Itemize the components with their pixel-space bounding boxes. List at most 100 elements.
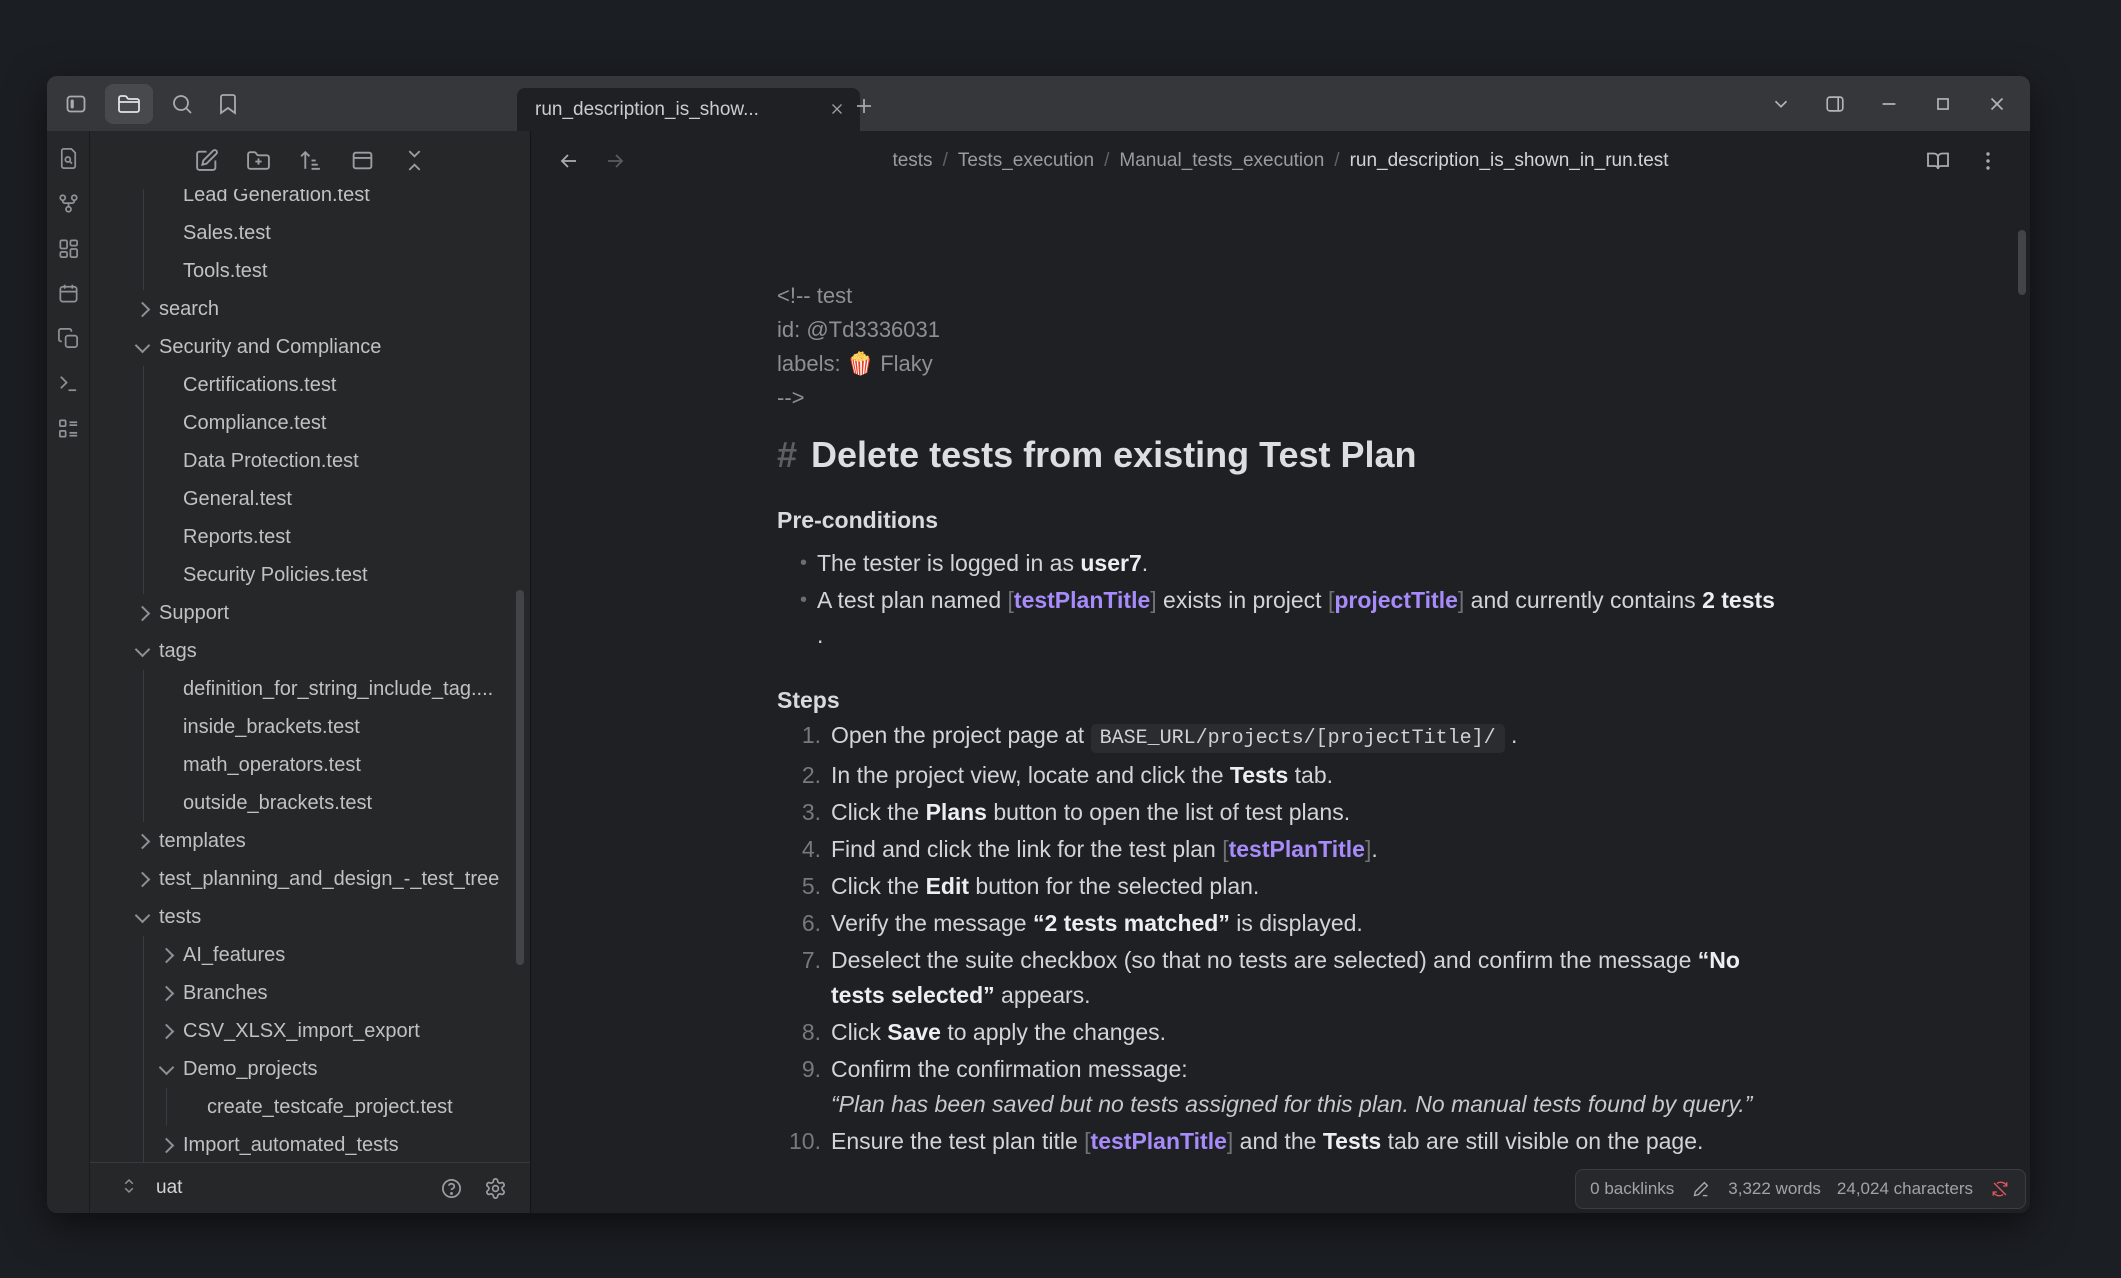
tree-file[interactable]: General.test (90, 480, 530, 518)
tree-file[interactable]: definition_for_string_include_tag.... (90, 670, 530, 708)
breadcrumb-item[interactable]: Tests_execution (958, 150, 1094, 171)
inline-link[interactable]: testPlanTitle (1091, 1128, 1227, 1154)
step-item: 2.In the project view, locate and click … (777, 758, 1867, 793)
panel-layout-button[interactable] (347, 145, 377, 175)
tree-file[interactable]: Compliance.test (90, 404, 530, 442)
minimize-button[interactable] (1876, 91, 1902, 117)
files-tab-button[interactable] (105, 84, 153, 124)
tree-item-label: outside_brackets.test (90, 792, 386, 815)
vault-switcher-icon[interactable] (120, 1177, 142, 1200)
indent-guide (143, 214, 144, 252)
inline-link[interactable]: testPlanTitle (1014, 587, 1150, 613)
sort-order-button[interactable] (295, 145, 325, 175)
bookmarks-tab-button[interactable] (211, 84, 245, 124)
tab-close-button[interactable] (828, 100, 848, 120)
layout-dashboard-icon (57, 237, 80, 260)
indent-guide (143, 189, 144, 214)
maximize-button[interactable] (1930, 91, 1956, 117)
tree-folder[interactable]: CSV_XLSX_import_export (90, 1012, 530, 1050)
toggle-right-sidebar-button[interactable] (1822, 91, 1848, 117)
tree-file[interactable]: outside_brackets.test (90, 784, 530, 822)
vault-footer[interactable]: uat (90, 1162, 530, 1213)
step-number: 5. (777, 869, 831, 904)
calendar-button[interactable] (53, 280, 83, 306)
search-tab-button[interactable] (165, 84, 199, 124)
active-tab[interactable]: run_description_is_show... (517, 88, 860, 131)
tree-folder[interactable]: Branches (90, 974, 530, 1012)
graph-view-button[interactable] (53, 190, 83, 216)
tree-file[interactable]: math_operators.test (90, 746, 530, 784)
backlinks-count[interactable]: 0 backlinks (1590, 1179, 1674, 1199)
tab-list-button[interactable] (1768, 91, 1794, 117)
tree-file[interactable]: Data Protection.test (90, 442, 530, 480)
indent-guide (143, 974, 144, 1012)
tree-item-label: Demo_projects (90, 1058, 332, 1081)
note-content[interactable]: <!-- testid: @Td3336031labels: 🍿 Flaky--… (531, 191, 2030, 1213)
settings-button[interactable] (480, 1173, 510, 1203)
step-item: 1.Open the project page at BASE_URL/proj… (777, 718, 1867, 756)
tree-folder[interactable]: tags (90, 632, 530, 670)
dashboard-button[interactable] (53, 235, 83, 261)
tree-folder[interactable]: templates (90, 822, 530, 860)
navigate-forward-button[interactable] (601, 147, 629, 175)
breadcrumb-item[interactable]: tests (892, 150, 932, 171)
new-folder-button[interactable] (243, 145, 273, 175)
tree-folder[interactable]: test_planning_and_design_-_test_tree (90, 860, 530, 898)
steps-title: Steps (777, 683, 1867, 718)
reading-view-button[interactable] (1924, 147, 1952, 175)
tree-file[interactable]: Security Policies.test (90, 556, 530, 594)
breadcrumb-separator: / (1104, 150, 1109, 171)
file-search-icon (57, 147, 80, 170)
new-note-button[interactable] (191, 145, 221, 175)
editor-scrollbar[interactable] (2018, 230, 2026, 295)
inline-link[interactable]: testPlanTitle (1229, 836, 1365, 862)
tree-folder[interactable]: AI_features (90, 936, 530, 974)
text-segment: tab are still visible on the page. (1381, 1128, 1703, 1154)
sync-off-icon[interactable] (1989, 1178, 2011, 1200)
more-vertical-icon (1976, 149, 2000, 173)
tree-folder[interactable]: Import_automated_tests (90, 1126, 530, 1162)
collapse-all-button[interactable] (399, 145, 429, 175)
panel-right-icon (1824, 93, 1846, 115)
tree-folder[interactable]: tests (90, 898, 530, 936)
terminal-button[interactable] (53, 370, 83, 396)
step-item: 7.Deselect the suite checkbox (so that n… (777, 943, 1867, 1013)
edit-mode-button[interactable] (1690, 1178, 1712, 1200)
tree-file[interactable]: inside_brackets.test (90, 708, 530, 746)
tree-item-label: test_planning_and_design_-_test_tree (90, 868, 513, 891)
text-segment: and the (1233, 1128, 1323, 1154)
copy-files-button[interactable] (53, 325, 83, 351)
tree-file[interactable]: Sales.test (90, 214, 530, 252)
breadcrumb-item[interactable]: run_description_is_shown_in_run.test (1350, 150, 1669, 171)
inline-link[interactable]: projectTitle (1334, 587, 1458, 613)
tree-file[interactable]: Reports.test (90, 518, 530, 556)
more-options-button[interactable] (1974, 147, 2002, 175)
tree-folder[interactable]: Security and Compliance (90, 328, 530, 366)
tree-item-label: tags (90, 640, 211, 663)
navigate-back-button[interactable] (555, 147, 583, 175)
close-window-button[interactable] (1984, 91, 2010, 117)
panel-layout-icon (350, 148, 375, 173)
tree-file[interactable]: create_testcafe_project.test (90, 1088, 530, 1126)
help-button[interactable] (436, 1173, 466, 1203)
text-segment: Open the project page at (831, 722, 1091, 748)
text-segment: Click the (831, 799, 926, 825)
tree-scrollbar[interactable] (516, 590, 524, 965)
toggle-left-sidebar-button[interactable] (59, 84, 93, 124)
file-search-button[interactable] (53, 145, 83, 171)
tree-file[interactable]: Certifications.test (90, 366, 530, 404)
text-segment: Click the (831, 873, 926, 899)
checklist-button[interactable] (53, 415, 83, 441)
new-tab-button[interactable] (847, 86, 881, 126)
tree-folder[interactable]: search (90, 290, 530, 328)
step-item: 5.Click the Edit button for the selected… (777, 869, 1867, 904)
tree-folder[interactable]: Demo_projects (90, 1050, 530, 1088)
breadcrumb-item[interactable]: Manual_tests_execution (1119, 150, 1324, 171)
tab-title: run_description_is_show... (535, 99, 818, 121)
character-count: 24,024 characters (1837, 1179, 1973, 1199)
text-segment: Ensure the test plan title (831, 1128, 1084, 1154)
tree-file[interactable]: Lead Generation.test (90, 189, 530, 214)
tree-folder[interactable]: Support (90, 594, 530, 632)
graph-icon (57, 192, 80, 215)
tree-file[interactable]: Tools.test (90, 252, 530, 290)
